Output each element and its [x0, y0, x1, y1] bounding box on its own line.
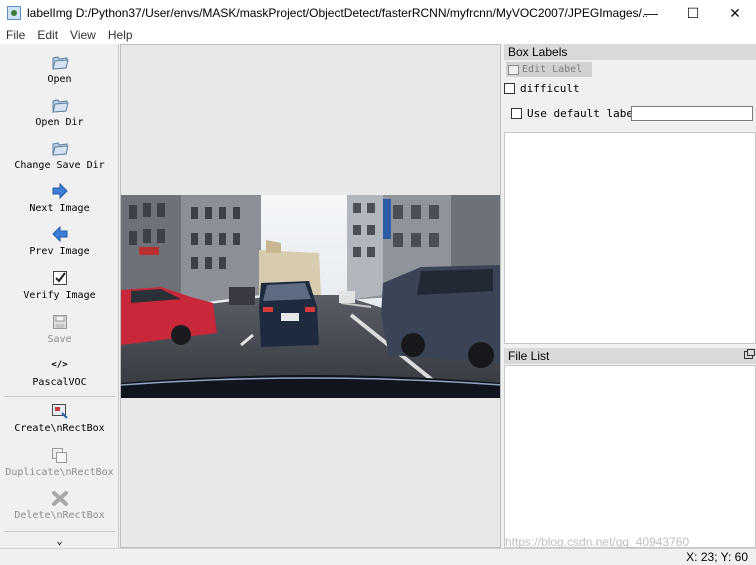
tools-toolbar: Open Open Dir Change Save Dir Next Image… — [0, 44, 119, 548]
close-button[interactable]: ✕ — [714, 0, 756, 26]
box-labels-header: Box Labels — [504, 44, 756, 60]
toolbar-extension-button[interactable]: ⌄ — [0, 534, 119, 547]
difficult-checkbox-row[interactable]: difficult — [504, 82, 580, 95]
duplicate-rectbox-button[interactable]: Duplicate\nRectBox — [0, 445, 119, 478]
edit-icon — [508, 64, 519, 75]
toolbar-separator — [4, 531, 115, 532]
save-label: Save — [47, 334, 72, 345]
minimize-button[interactable]: — — [630, 0, 672, 26]
window-titlebar: labelImg D:/Python37/User/envs/MASK/mask… — [0, 0, 756, 26]
verify-image-button[interactable]: Verify Image — [0, 268, 119, 301]
change-save-dir-label: Change Save Dir — [14, 160, 105, 171]
file-list-title: File List — [508, 349, 550, 363]
window-controls: — ☐ ✕ — [630, 0, 756, 26]
street-scene-image — [121, 195, 500, 398]
difficult-label: difficult — [520, 82, 580, 95]
toolbar-separator — [4, 396, 115, 397]
code-icon: </> — [51, 360, 68, 370]
save-button[interactable]: Save — [0, 312, 119, 345]
format-label: PascalVOC — [32, 377, 87, 388]
box-labels-title: Box Labels — [508, 45, 568, 59]
menu-edit[interactable]: Edit — [31, 28, 64, 42]
maximize-button[interactable]: ☐ — [672, 0, 714, 26]
prev-image-button[interactable]: Prev Image — [0, 224, 119, 257]
file-list[interactable] — [504, 365, 756, 548]
statusbar: X: 23; Y: 60 — [0, 548, 756, 565]
verify-image-label: Verify Image — [23, 290, 96, 301]
prev-image-label: Prev Image — [29, 246, 90, 257]
arrow-left-icon — [50, 224, 70, 244]
delete-x-icon — [50, 488, 70, 508]
duplicate-rectbox-label: Duplicate\nRectBox — [5, 467, 114, 478]
folder-icon — [50, 95, 70, 115]
difficult-checkbox[interactable] — [504, 83, 515, 94]
folder-icon — [50, 52, 70, 72]
next-image-button[interactable]: Next Image — [0, 181, 119, 214]
image-canvas[interactable] — [120, 44, 501, 548]
draw-rect-icon — [50, 401, 70, 421]
label-list[interactable] — [504, 132, 756, 344]
menu-view[interactable]: View — [64, 28, 102, 42]
right-dock: Box Labels Edit Label difficult Use defa… — [502, 44, 756, 548]
edit-label-button[interactable]: Edit Label — [506, 62, 592, 77]
delete-rectbox-label: Delete\nRectBox — [14, 510, 105, 521]
use-default-label-row[interactable]: Use default label — [511, 107, 640, 120]
format-toggle-button[interactable]: </> PascalVOC — [0, 355, 119, 388]
create-rectbox-label: Create\nRectBox — [14, 423, 105, 434]
arrow-right-icon — [50, 181, 70, 201]
delete-rectbox-button[interactable]: Delete\nRectBox — [0, 488, 119, 521]
watermark-text: https://blog.csdn.net/qq_40943760 — [505, 535, 690, 549]
copy-icon — [50, 445, 70, 465]
use-default-label-checkbox[interactable] — [511, 108, 522, 119]
app-logo-icon — [7, 6, 21, 20]
use-default-label-text: Use default label — [527, 107, 640, 120]
floppy-disk-icon — [50, 312, 70, 332]
window-title: labelImg D:/Python37/User/envs/MASK/mask… — [27, 6, 647, 20]
open-dir-button[interactable]: Open Dir — [0, 95, 119, 128]
open-dir-label: Open Dir — [35, 117, 84, 128]
change-save-dir-button[interactable]: Change Save Dir — [0, 138, 119, 171]
open-label: Open — [47, 74, 72, 85]
menu-help[interactable]: Help — [102, 28, 139, 42]
float-window-icon[interactable] — [744, 349, 755, 359]
chevron-down-icon: ⌄ — [56, 534, 63, 547]
menubar: File Edit View Help — [0, 26, 756, 44]
default-label-input[interactable] — [631, 106, 753, 121]
cursor-coordinates: X: 23; Y: 60 — [686, 550, 748, 564]
folder-icon — [50, 138, 70, 158]
checkbox-checked-icon — [50, 268, 70, 288]
edit-label-text: Edit Label — [522, 64, 583, 75]
file-list-header: File List — [504, 348, 756, 364]
next-image-label: Next Image — [29, 203, 90, 214]
create-rectbox-button[interactable]: Create\nRectBox — [0, 401, 119, 434]
menu-file[interactable]: File — [0, 28, 31, 42]
open-button[interactable]: Open — [0, 52, 119, 85]
